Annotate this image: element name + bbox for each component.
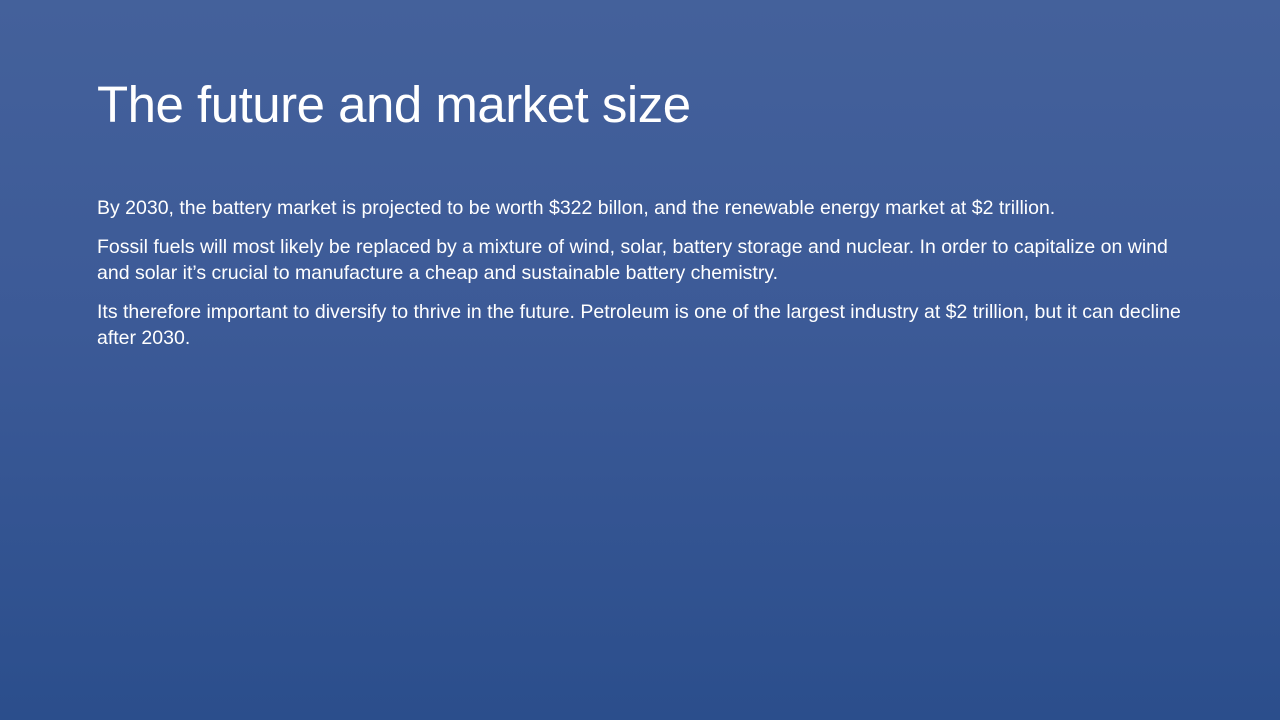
body-paragraph-diversify: Its therefore important to diversify to … <box>97 301 1181 349</box>
body-paragraph-energy-mix: Fossil fuels will most likely be replace… <box>97 236 1168 284</box>
slide-body: By 2030, the battery market is projected… <box>97 195 1192 364</box>
slide: The future and market size By 2030, the … <box>0 0 1280 720</box>
slide-title: The future and market size <box>97 76 691 133</box>
body-paragraph-market-projection: By 2030, the battery market is projected… <box>97 197 1056 219</box>
